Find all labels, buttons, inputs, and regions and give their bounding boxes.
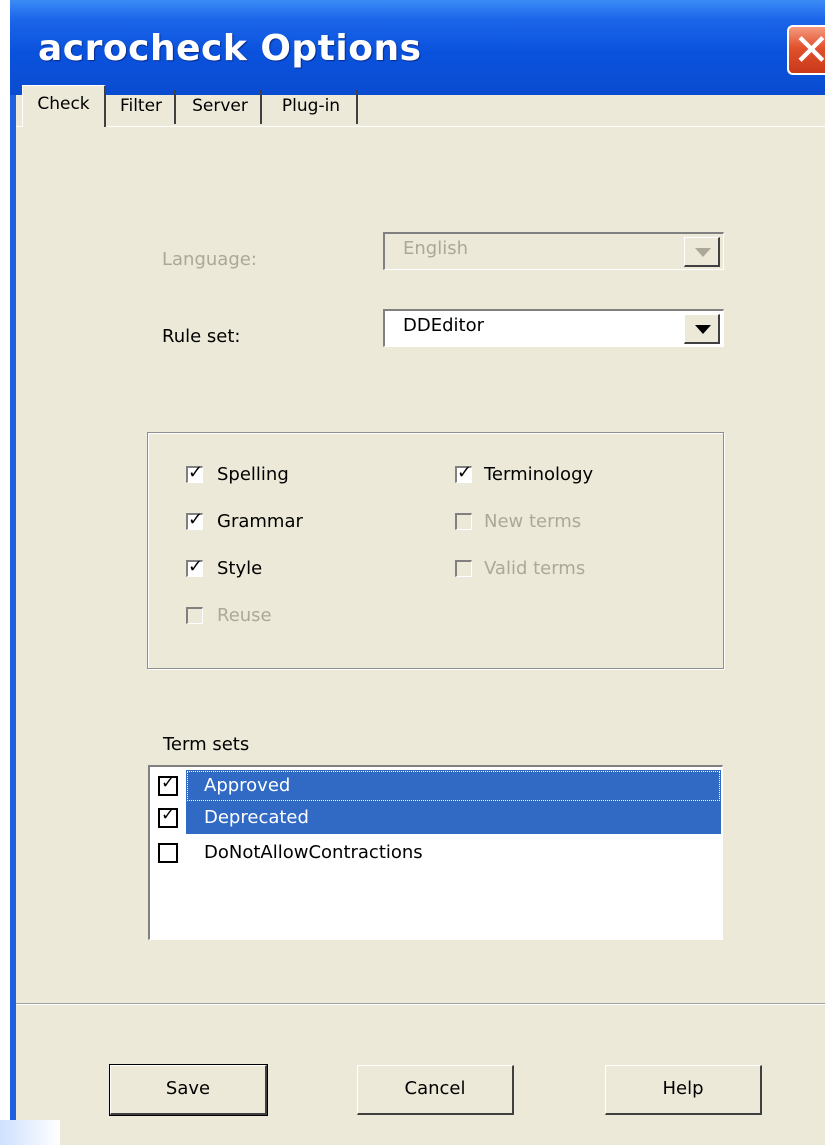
save-button[interactable]: Save [109, 1064, 268, 1116]
footer-separator-highlight [16, 1004, 825, 1005]
grammar-checkbox[interactable]: ✓ [186, 509, 203, 530]
close-button[interactable]: ✕ [787, 25, 825, 76]
tab-plugin[interactable]: Plug-in [266, 90, 358, 124]
rule-set-label: Rule set: [162, 326, 241, 347]
spelling-label[interactable]: Spelling [217, 464, 289, 485]
new-terms-checkbox [455, 513, 472, 530]
window-title: acrocheck Options [38, 28, 422, 69]
rule-set-dropdown[interactable]: DDEditor [383, 309, 724, 347]
term-set-checkbox[interactable]: ✓ [158, 805, 178, 828]
style-checkbox[interactable]: ✓ [186, 556, 203, 577]
check-icon: ✓ [188, 509, 204, 530]
list-item[interactable]: ✓ Deprecated [150, 802, 721, 834]
help-button[interactable]: Help [605, 1065, 762, 1115]
chevron-down-icon [695, 248, 711, 257]
list-item[interactable]: DoNotAllowContractions [150, 837, 721, 869]
term-set-checkbox[interactable] [158, 843, 178, 863]
check-icon: ✓ [188, 462, 204, 483]
term-set-checkbox[interactable]: ✓ [158, 773, 178, 796]
tab-filter[interactable]: Filter [108, 90, 176, 124]
close-icon[interactable]: ✕ [793, 25, 825, 76]
check-icon: ✓ [457, 462, 473, 483]
valid-terms-label: Valid terms [484, 558, 586, 579]
spelling-checkbox[interactable]: ✓ [186, 462, 203, 483]
language-dropdown-button [684, 237, 720, 267]
reuse-checkbox [186, 607, 203, 624]
check-icon: ✓ [161, 805, 176, 825]
tab-divider [16, 126, 825, 127]
rule-set-value: DDEditor [403, 315, 484, 336]
term-set-label[interactable]: DoNotAllowContractions [186, 837, 721, 869]
term-sets-label: Term sets [163, 734, 250, 755]
new-terms-label: New terms [484, 511, 582, 532]
list-item[interactable]: ✓ Approved [150, 770, 721, 802]
language-label: Language: [162, 249, 257, 270]
terminology-label[interactable]: Terminology [484, 464, 593, 485]
reuse-label: Reuse [217, 605, 272, 626]
title-bar[interactable]: acrocheck Options ✕ [10, 0, 825, 95]
background-fade [0, 1120, 60, 1145]
check-icon: ✓ [161, 773, 176, 793]
term-sets-list[interactable]: ✓ Approved ✓ Deprecated DoNotAllowContra… [148, 765, 723, 940]
term-set-label[interactable]: Approved [186, 770, 721, 802]
language-value: English [403, 238, 468, 259]
terminology-checkbox[interactable]: ✓ [455, 462, 472, 483]
tab-server[interactable]: Server [180, 90, 262, 124]
grammar-label[interactable]: Grammar [217, 511, 303, 532]
check-icon: ✓ [188, 556, 204, 577]
rule-set-dropdown-button[interactable] [684, 314, 720, 344]
language-dropdown: English [383, 232, 724, 270]
window-left-border [10, 0, 16, 1145]
style-label[interactable]: Style [217, 558, 262, 579]
tab-check[interactable]: Check [22, 85, 106, 127]
valid-terms-checkbox [455, 560, 472, 577]
term-set-label[interactable]: Deprecated [186, 802, 721, 834]
cancel-button[interactable]: Cancel [357, 1065, 514, 1115]
chevron-down-icon [695, 325, 711, 334]
